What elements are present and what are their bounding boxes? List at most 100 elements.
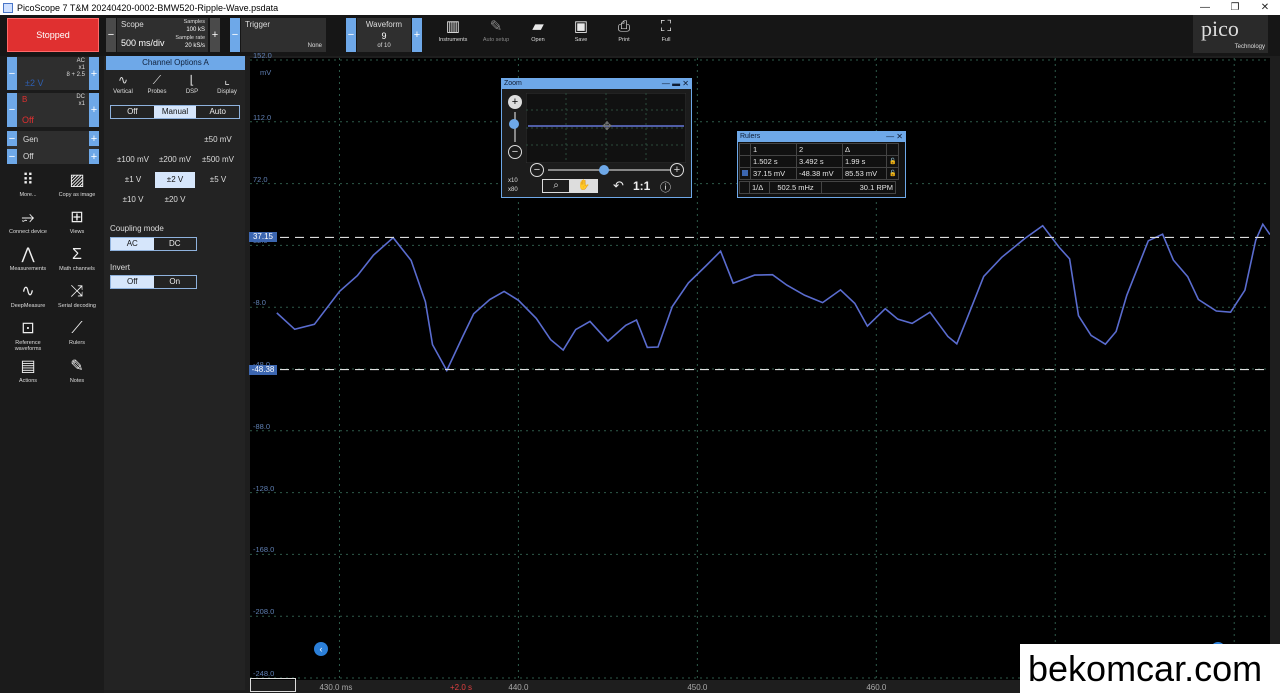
start-stop-button[interactable]: Stopped [7, 18, 99, 52]
zoom-in-vertical-button[interactable]: + [508, 95, 522, 109]
range-option[interactable]: ±50 mV [198, 132, 238, 148]
grid-dots-icon: ⠿ [22, 172, 34, 189]
range-option[interactable]: ±1 V [113, 172, 153, 188]
range-option[interactable]: ±500 mV [198, 152, 238, 168]
scope-label: Scope [121, 20, 144, 29]
range-option-selected[interactable]: ±2 V [155, 172, 195, 188]
waveform-next-button[interactable]: + [412, 18, 422, 52]
range-option[interactable]: ±5 V [198, 172, 238, 188]
coupling-dc[interactable]: DC [154, 238, 197, 250]
previous-waveform-arrow-icon[interactable]: ‹ [314, 642, 328, 656]
measurements-button[interactable]: ⋀ Measurements [4, 244, 52, 272]
close-button[interactable]: ✕ [1250, 0, 1280, 15]
tab-vertical[interactable]: ∿ Vertical [106, 73, 140, 95]
full-screen-button[interactable]: ⛶ Full [646, 17, 686, 51]
invert-selector[interactable]: Off On [110, 275, 197, 289]
trigger-decrease-button[interactable]: − [230, 18, 240, 52]
minimize-button[interactable]: — [1190, 0, 1220, 15]
waveform-previous-button[interactable]: − [346, 18, 356, 52]
zoom-out-horizontal-button[interactable]: − [530, 163, 544, 177]
y-tick-label: -128.0 [253, 483, 275, 493]
print-button[interactable]: ⎙ Print [604, 17, 644, 51]
auto-setup-button[interactable]: ✎ Auto setup [476, 17, 516, 51]
trigger-group[interactable]: Trigger None [241, 18, 326, 52]
rulers-close-icon[interactable]: — ✕ [886, 132, 903, 142]
copy-as-image-button[interactable]: ▨ Copy as image [53, 170, 101, 198]
actions-button[interactable]: ▤ Actions [4, 356, 52, 384]
channel-b-decrease-button[interactable]: − [7, 93, 17, 127]
zoom-ratio-button[interactable]: 1:1 [633, 179, 650, 193]
gen-off-decrease-button[interactable]: − [7, 149, 17, 164]
zoom-overview[interactable]: ✥ [526, 93, 686, 163]
scope-group[interactable]: Scope 500 ms/div Samples 100 kS Sample r… [117, 18, 208, 52]
scroll-thumb-left[interactable] [250, 678, 296, 692]
horizontal-zoom-slider[interactable] [548, 169, 670, 171]
invert-off[interactable]: Off [111, 276, 154, 288]
range-mode-selector[interactable]: Off Manual Auto [110, 105, 240, 119]
channel-a-increase-button[interactable]: + [89, 57, 99, 90]
tab-display[interactable]: ⌞ Display [210, 73, 244, 95]
views-button[interactable]: ⊞ Views [53, 207, 101, 235]
channel-a-control[interactable]: − AC x1 8 + 2.5 ±2 V + [7, 57, 99, 90]
waveform-group[interactable]: Waveform 9 of 10 [357, 18, 411, 52]
pico-logo: pico Technology [1193, 15, 1268, 53]
gen-off-increase-button[interactable]: + [89, 149, 99, 164]
range-option[interactable]: ±20 V [155, 192, 195, 208]
timebase-decrease-button[interactable]: − [106, 18, 116, 52]
serial-decoding-button[interactable]: ⤨ Serial decoding [53, 281, 101, 309]
vertical-zoom-thumb[interactable] [509, 119, 519, 129]
connect-device-button[interactable]: ⭌ Connect device [4, 207, 52, 235]
sigma-icon: Σ [72, 246, 82, 263]
range-mode-off[interactable]: Off [111, 106, 154, 118]
info-icon[interactable]: ⓘ [660, 179, 671, 195]
range-option[interactable]: ±200 mV [155, 152, 195, 168]
instruments-button[interactable]: ▥ Instruments [433, 17, 473, 51]
range-option[interactable]: ±10 V [113, 192, 153, 208]
range-mode-manual[interactable]: Manual [153, 106, 197, 118]
more-button[interactable]: ⠿ More... [4, 170, 52, 198]
y-tick-label: 112.0 [253, 112, 272, 122]
deepmeasure-button[interactable]: ∿ DeepMeasure [4, 281, 52, 309]
samples-value: 100 kS [186, 27, 205, 33]
floppy-disk-icon: ▣ [573, 18, 589, 35]
notes-button[interactable]: ✎ Notes [53, 356, 101, 384]
range-mode-auto[interactable]: Auto [196, 106, 239, 118]
channel-b-increase-button[interactable]: + [89, 93, 99, 127]
gen-decrease-button[interactable]: − [7, 131, 17, 146]
lock-icon[interactable]: 🔓 [885, 167, 900, 180]
channel-b-control[interactable]: − B DC x1 Off + [7, 93, 99, 127]
coupling-selector[interactable]: AC DC [110, 237, 197, 251]
zoom-in-horizontal-button[interactable]: + [670, 163, 684, 177]
hand-icon: ✋ [577, 180, 591, 191]
zoom-panel[interactable]: Zoom — ▬ ✕ + − ✥ − + x10 x80 ⌕ ✋ ↶ 1:1 ⓘ [501, 78, 692, 198]
magnifier-icon: ⌕ [553, 180, 559, 191]
tab-probes[interactable]: ⟋ Probes [140, 73, 174, 95]
y-tick-label: -208.0 [253, 607, 275, 617]
horizontal-zoom-thumb[interactable] [599, 165, 609, 175]
zoom-tool-button[interactable]: ⌕ [542, 179, 570, 193]
restore-button[interactable]: ❐ [1220, 0, 1250, 15]
generator-control[interactable]: − − Gen Off + + [7, 131, 99, 164]
math-channels-button[interactable]: Σ Math channels [53, 244, 101, 272]
undo-zoom-icon[interactable]: ↶ [613, 178, 624, 194]
rulers-header-row: 1 2 Δ [739, 143, 900, 156]
reference-waveforms-button[interactable]: ⊡ Reference waveforms [4, 318, 52, 352]
zoom-y-factor: x80 [508, 187, 518, 193]
gen-increase-button[interactable]: + [89, 131, 99, 146]
ruler-2-label[interactable]: -48.38 [249, 364, 277, 375]
zoom-close-icon[interactable]: — ▬ ✕ [662, 79, 689, 89]
zoom-out-vertical-button[interactable]: − [508, 145, 522, 159]
rulers-button[interactable]: ⟋ Rulers [53, 318, 101, 346]
invert-on[interactable]: On [154, 276, 197, 288]
channel-a-decrease-button[interactable]: − [7, 57, 17, 90]
range-option[interactable]: ±100 mV [113, 152, 153, 168]
rulers-panel[interactable]: Rulers — ✕ 1 2 Δ 1.502 s 3.492 s 1.99 s … [737, 131, 906, 198]
open-button[interactable]: ▰ Open [518, 17, 558, 51]
ruler-1-label[interactable]: 37.15 [249, 232, 277, 243]
pan-tool-button[interactable]: ✋ [570, 179, 598, 193]
save-button[interactable]: ▣ Save [561, 17, 601, 51]
tab-dsp[interactable]: ⌊ DSP [175, 73, 209, 95]
lock-icon[interactable]: 🔓 [885, 155, 900, 168]
coupling-ac[interactable]: AC [111, 238, 154, 250]
timebase-increase-button[interactable]: + [210, 18, 220, 52]
